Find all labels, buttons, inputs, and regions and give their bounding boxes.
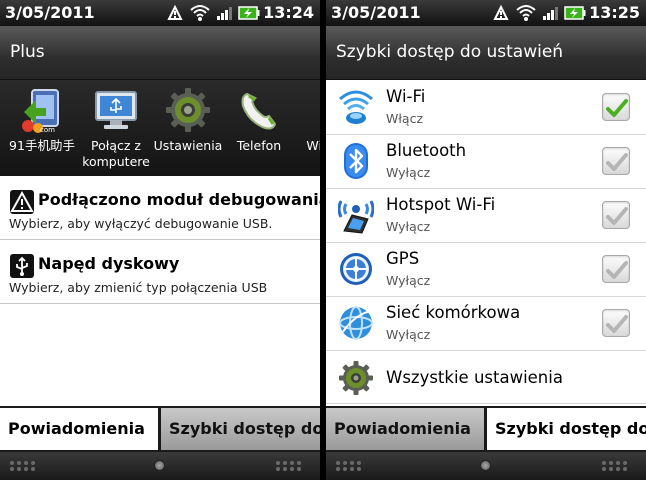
notification-title: Podłączono moduł debugowania U	[38, 190, 320, 209]
grip-dots-right	[276, 461, 301, 471]
panel-title: Plus	[10, 42, 45, 62]
tab-notifications[interactable]: Powiadomienia	[326, 408, 484, 450]
bottom-tabs: Powiadomienia Szybki dostęp do	[0, 406, 320, 452]
checkmark-icon	[606, 153, 628, 171]
messages-icon	[298, 86, 320, 134]
bottom-tabs: Powiadomienia Szybki dostęp do	[326, 406, 646, 452]
bluetooth-checkbox[interactable]	[602, 147, 630, 175]
status-time: 13:24	[263, 3, 314, 22]
settings-gear-icon	[164, 86, 212, 134]
app-label-line2: k	[282, 154, 320, 170]
tab-quick-settings[interactable]: Szybki dostęp do	[487, 408, 646, 450]
notification-title: Napęd dyskowy	[38, 254, 180, 273]
phone-icon	[235, 86, 283, 134]
status-bar: 3/05/2011 13:24	[0, 0, 320, 26]
quick-settings-panel: 3/05/2011 13:25 Szybki dostęp do ustawie…	[326, 0, 646, 480]
wifi-checkbox[interactable]	[602, 93, 630, 121]
grip-dots-right	[602, 461, 627, 471]
setting-subtitle: Wyłącz	[386, 273, 431, 288]
app-label: 91手机助手	[9, 138, 75, 153]
settings-gear-icon	[338, 358, 374, 398]
setting-subtitle: Wyłącz	[386, 219, 431, 234]
usb-icon	[10, 254, 34, 278]
setting-title: GPS	[386, 249, 420, 268]
signal-status-icon	[543, 7, 558, 20]
checkmark-icon	[606, 99, 628, 117]
app-91-assistant[interactable]: com 91手机助手	[2, 86, 82, 154]
app-connect-to-computer[interactable]: Połącz z komputere	[76, 86, 156, 170]
status-bar: 3/05/2011 13:25	[326, 0, 646, 26]
gps-checkbox[interactable]	[602, 255, 630, 283]
notification-disk-drive[interactable]: Napęd dyskowy Wybierz, aby zmienić typ p…	[0, 244, 320, 304]
setting-row-bluetooth[interactable]: Bluetooth Wyłącz	[326, 135, 646, 189]
gps-icon	[338, 249, 374, 289]
checkmark-icon	[606, 261, 628, 279]
setting-title: Bluetooth	[386, 141, 467, 160]
tab-quick-settings[interactable]: Szybki dostęp do	[161, 408, 320, 450]
wifi-icon	[338, 87, 374, 127]
app-label-line1: Wiad	[306, 138, 320, 153]
91-assistant-icon: com	[18, 86, 66, 134]
app-settings[interactable]: Ustawienia	[148, 86, 228, 154]
notification-subtitle: Wybierz, aby wyłączyć debugowanie USB.	[9, 216, 273, 231]
usb-computer-icon	[92, 86, 140, 134]
drag-handle-knob[interactable]	[154, 460, 165, 471]
notifications-panel: 3/05/2011 13:24 Plus com 91手机助手 Połącz z…	[0, 0, 320, 480]
checkmark-icon	[606, 207, 628, 225]
setting-title: Hotspot Wi-Fi	[386, 195, 496, 214]
app-strip: com 91手机助手 Połącz z komputere Ustawienia…	[0, 80, 320, 176]
wifi-status-icon	[190, 5, 210, 21]
tab-notifications[interactable]: Powiadomienia	[0, 408, 158, 450]
grip-dots-left	[336, 461, 361, 471]
app-label-line2: komputere	[82, 154, 150, 169]
status-time: 13:25	[589, 3, 640, 22]
bottom-handle-bar[interactable]	[326, 452, 646, 480]
setting-subtitle: Włącz	[386, 111, 424, 126]
signal-status-icon	[217, 7, 232, 20]
app-messages[interactable]: Wiad k	[282, 86, 320, 170]
hotspot-icon	[337, 195, 375, 235]
panel-title-bar: Szybki dostęp do ustawień	[326, 26, 646, 80]
panel-title: Szybki dostęp do ustawień	[336, 42, 564, 62]
notification-usb-debugging[interactable]: Podłączono moduł debugowania U Wybierz, …	[0, 180, 320, 240]
setting-title: Wi-Fi	[386, 87, 426, 106]
status-date: 3/05/2011	[5, 3, 95, 22]
hotspot-checkbox[interactable]	[602, 201, 630, 229]
setting-row-gps[interactable]: GPS Wyłącz	[326, 243, 646, 297]
battery-charging-icon	[238, 6, 260, 20]
app-label: Ustawienia	[153, 138, 223, 153]
setting-row-all-settings[interactable]: Wszystkie ustawienia	[326, 351, 646, 404]
mobile-network-icon	[338, 303, 374, 343]
usb-debug-status-icon	[167, 4, 183, 20]
all-settings-label: Wszystkie ustawienia	[386, 368, 563, 387]
setting-subtitle: Wyłącz	[386, 327, 431, 342]
drag-handle-knob[interactable]	[480, 460, 491, 471]
status-date: 3/05/2011	[331, 3, 421, 22]
svg-text:com: com	[40, 126, 55, 134]
checkmark-icon	[606, 315, 628, 333]
battery-charging-icon	[564, 6, 586, 20]
usb-debug-status-icon	[493, 4, 509, 20]
notification-subtitle: Wybierz, aby zmienić typ połączenia USB	[9, 280, 268, 295]
setting-row-wifi[interactable]: Wi-Fi Włącz	[326, 81, 646, 135]
setting-subtitle: Wyłącz	[386, 165, 431, 180]
setting-row-mobile-network[interactable]: Sieć komórkowa Wyłącz	[326, 297, 646, 351]
panel-title-bar: Plus	[0, 26, 320, 80]
bottom-handle-bar[interactable]	[0, 452, 320, 480]
bluetooth-icon	[338, 141, 374, 181]
warning-icon	[10, 190, 34, 214]
grip-dots-left	[10, 461, 35, 471]
mobile-network-checkbox[interactable]	[602, 309, 630, 337]
wifi-status-icon	[516, 5, 536, 21]
setting-row-hotspot[interactable]: Hotspot Wi-Fi Wyłącz	[326, 189, 646, 243]
app-label-line1: Połącz z	[91, 138, 141, 153]
setting-title: Sieć komórkowa	[386, 303, 521, 322]
